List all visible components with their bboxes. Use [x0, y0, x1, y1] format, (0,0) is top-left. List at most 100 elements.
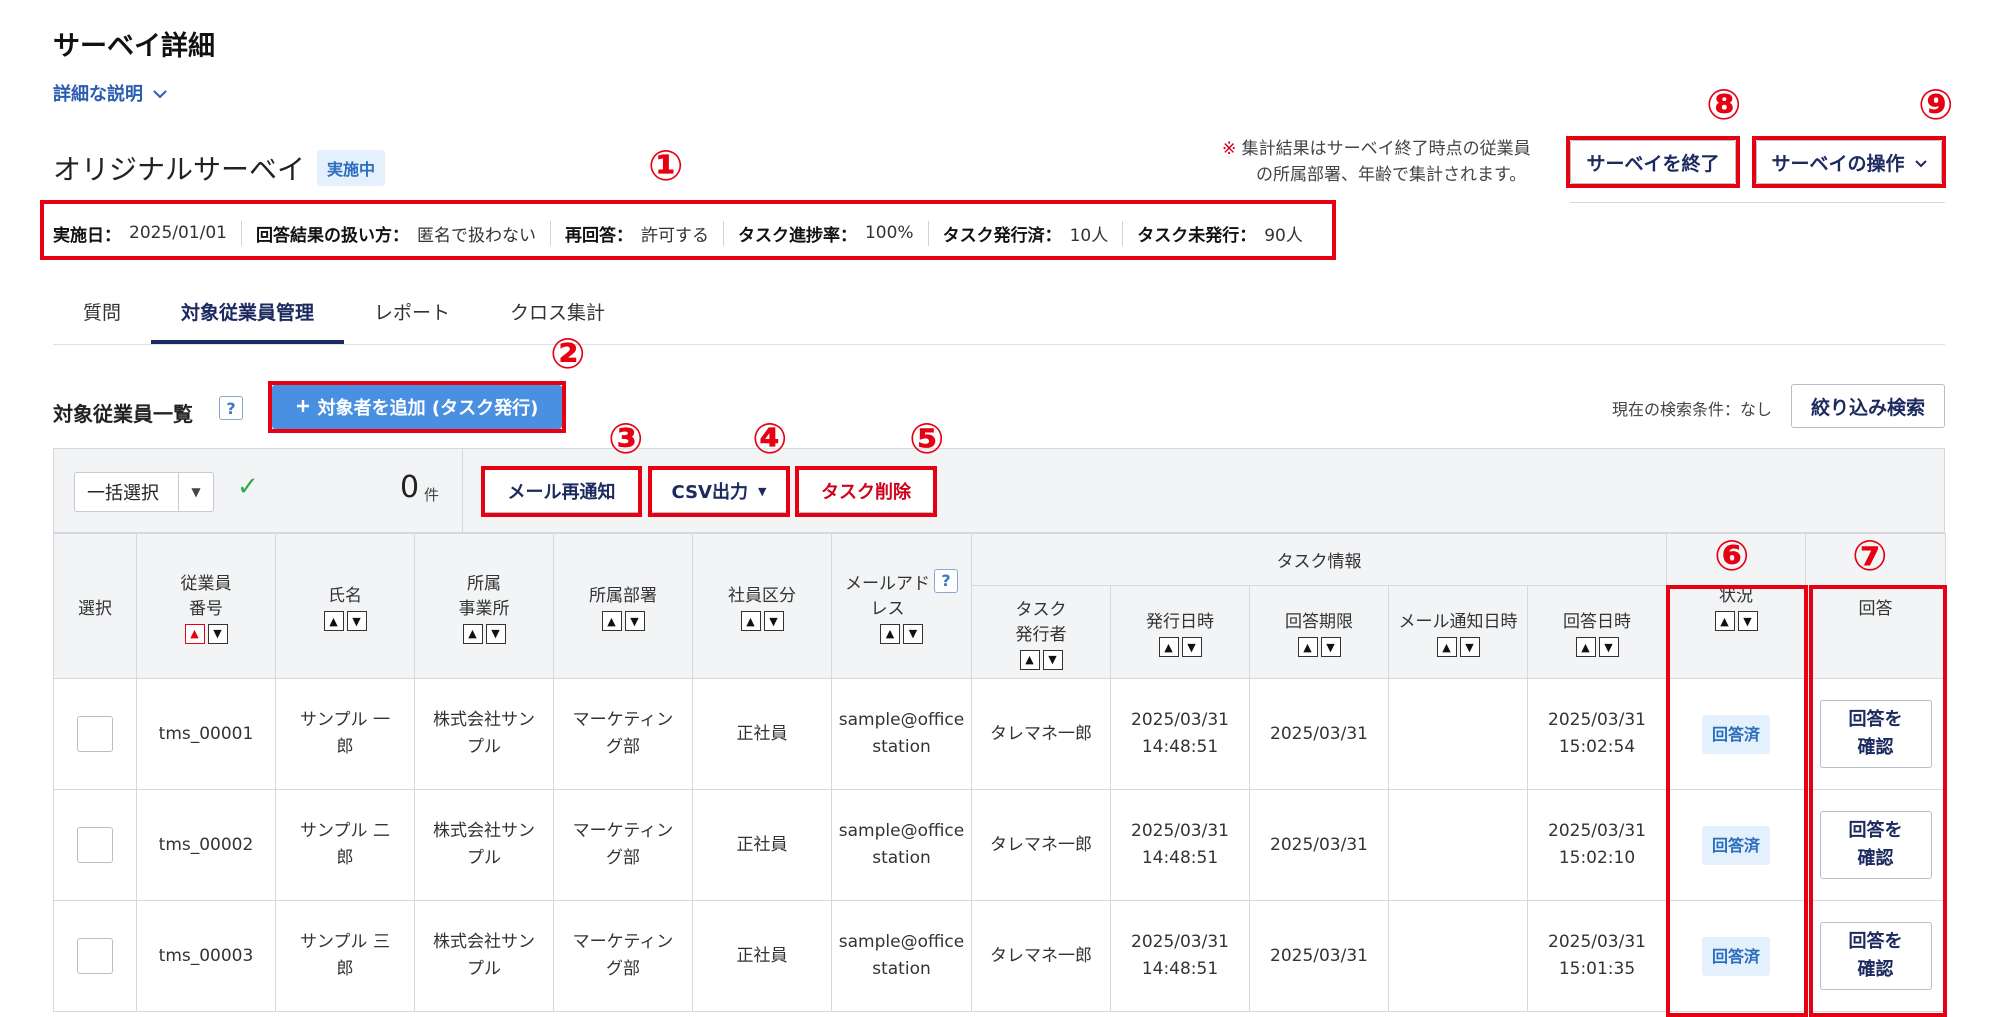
cell-name-line2: 郎 [336, 737, 354, 757]
sort-desc-icon[interactable]: ▼ [624, 611, 645, 631]
tab-cross-tab[interactable]: クロス集計 [480, 288, 635, 334]
sort-desc-icon[interactable]: ▼ [1737, 611, 1758, 631]
delete-task-button[interactable]: タスク削除 [798, 469, 934, 513]
cell-mail-line1: sample@office [838, 710, 965, 730]
col-issuer: タスク 発行者 ▲ ▼ [971, 585, 1111, 679]
cell-issuer: タレマネ一郎 [971, 900, 1111, 1012]
sort-desc-icon[interactable]: ▼ [1181, 637, 1202, 657]
sort-asc-icon[interactable]: ▲ [740, 611, 761, 631]
col-issuer-line1: タスク [1015, 599, 1067, 620]
sort-asc-icon[interactable]: ▲ [601, 611, 622, 631]
section-title: 対象従業員一覧 [53, 402, 193, 426]
end-survey-button[interactable]: サーベイを終了 [1570, 140, 1736, 184]
table-row: tms_00001 サンプル 一郎株式会社サン プル マーケティン グ部 正社員 sampl… [53, 678, 1946, 790]
cell-answered-at: 2025/03/31 15:01:35 [1527, 900, 1667, 1012]
sort-desc-icon[interactable]: ▼ [346, 611, 367, 631]
cell-mail: sample@office station [831, 789, 972, 901]
cell-mail-notify [1388, 789, 1528, 901]
info-task-issued: タスク発行済： 10人 [927, 220, 1123, 246]
sort-asc-icon[interactable]: ▲ [1019, 649, 1040, 670]
tab-bar: 質問 対象従業員管理 レポート クロス集計 [53, 288, 1945, 345]
caret-down-icon[interactable]: ▼ [178, 473, 213, 511]
info-date: 実施日： 2025/01/01 [53, 223, 227, 246]
confirm-answer-line2: 確認 [1857, 848, 1894, 869]
sort-asc-icon[interactable]: ▲ [1436, 637, 1457, 657]
cell-dept-line2: グ部 [606, 848, 640, 868]
sort-desc-icon[interactable]: ▼ [1459, 637, 1480, 657]
row-checkbox[interactable] [77, 938, 113, 974]
sort-desc-icon[interactable]: ▼ [763, 611, 784, 631]
sort-asc-icon[interactable]: ▲ [880, 623, 900, 644]
annotation-1: ① [648, 141, 684, 190]
cell-deadline: 2025/03/31 [1249, 900, 1389, 1012]
employee-table: 選択 従業員 番号 ▲ ▼ 氏名 ▲ ▼ 所属 事業所 ▲ ▼ 所属部署 ▲ ▼ 社員区… [53, 533, 1946, 1012]
col-mail-line2: レス [870, 598, 905, 619]
check-icon[interactable]: ✓ [237, 472, 259, 502]
add-target-button[interactable]: 対象者を追加 (タスク発行) [272, 385, 562, 429]
sort-desc-icon[interactable]: ▼ [485, 623, 506, 644]
cell-mail: sample@office station [831, 900, 972, 1012]
selected-count: 0 [400, 470, 420, 505]
sort-desc-icon[interactable]: ▼ [207, 623, 228, 644]
sort-asc-icon[interactable]: ▲ [1158, 637, 1179, 657]
cell-select [53, 789, 137, 901]
cell-answered-at: 2025/03/31 15:02:54 [1527, 678, 1667, 790]
sort-asc-icon[interactable]: ▲ [462, 623, 483, 644]
cell-name-line1: サンプル 三 [300, 932, 390, 952]
survey-operations-button[interactable]: サーベイの操作 [1756, 140, 1942, 184]
col-issuer-line2: 発行者 [1015, 624, 1067, 645]
cell-deadline: 2025/03/31 [1249, 789, 1389, 901]
sort-desc-icon[interactable]: ▼ [1320, 637, 1341, 657]
sort-asc-icon[interactable]: ▲ [1714, 611, 1735, 631]
survey-operations-label: サーベイの操作 [1771, 152, 1905, 175]
cell-mail-line1: sample@office [838, 932, 965, 952]
tab-questions[interactable]: 質問 [53, 288, 151, 334]
sort-asc-icon[interactable]: ▲ [184, 623, 205, 644]
tab-report[interactable]: レポート [344, 288, 480, 334]
col-office: 所属 事業所 ▲ ▼ [414, 533, 554, 679]
col-answered-at: 回答日時 ▲ ▼ [1527, 585, 1667, 679]
annotation-2: ② [550, 329, 586, 378]
confirm-answer-line2: 確認 [1857, 737, 1894, 758]
col-mail-notify: メール通知日時 ▲ ▼ [1388, 585, 1528, 679]
sort-asc-icon[interactable]: ▲ [1575, 637, 1596, 657]
sort-desc-icon[interactable]: ▼ [903, 623, 923, 644]
cell-mail-line2: station [872, 737, 931, 757]
sort-asc-icon[interactable]: ▲ [1297, 637, 1318, 657]
cell-type: 正社員 [692, 900, 832, 1012]
sort-desc-icon[interactable]: ▼ [1042, 649, 1063, 670]
row-checkbox[interactable] [77, 827, 113, 863]
info-task-progress: タスク進捗率： 100% [722, 220, 928, 246]
row-checkbox[interactable] [77, 716, 113, 752]
cell-answered-time: 15:02:54 [1558, 737, 1636, 757]
confirm-answer-button[interactable]: 回答を 確認 [1819, 811, 1932, 879]
filter-search-button[interactable]: 絞り込み検索 [1791, 384, 1945, 428]
help-icon[interactable]: ? [934, 568, 958, 593]
cell-office-line1: 株式会社サン [433, 932, 535, 952]
detail-link[interactable]: 詳細な説明 [53, 80, 167, 106]
bulk-select-dropdown[interactable]: 一括選択 ▼ [74, 472, 214, 512]
resend-mail-button[interactable]: メール再通知 [483, 469, 640, 513]
confirm-answer-button[interactable]: 回答を 確認 [1819, 700, 1932, 768]
cell-select [53, 900, 137, 1012]
col-office-line2: 事業所 [458, 598, 510, 619]
col-emp-no: 従業員 番号 ▲ ▼ [136, 533, 276, 679]
sort-desc-icon[interactable]: ▼ [1598, 637, 1619, 657]
cell-dept-line2: グ部 [606, 959, 640, 979]
confirm-answer-line1: 回答を [1848, 820, 1903, 841]
help-icon[interactable]: ? [219, 396, 243, 420]
cell-issued-date: 2025/03/31 [1131, 932, 1229, 952]
page-title: サーベイ詳細 [53, 31, 215, 62]
cell-mail: sample@office station [831, 678, 972, 790]
sort-asc-icon[interactable]: ▲ [323, 611, 344, 631]
annotation-6: ⑥ [1714, 531, 1750, 580]
cell-answered-date: 2025/03/31 [1548, 821, 1646, 841]
cell-emp-no: tms_00002 [136, 789, 276, 901]
cell-dept: マーケティン グ部 [553, 789, 693, 901]
cell-office: 株式会社サン プル [414, 900, 554, 1012]
cell-answer: 回答を 確認 [1805, 900, 1946, 1012]
tab-target-employees[interactable]: 対象従業員管理 [151, 288, 345, 344]
confirm-answer-button[interactable]: 回答を 確認 [1819, 922, 1932, 990]
csv-export-button[interactable]: CSV出力 ▼ [651, 469, 787, 513]
cell-name: サンプル 一郎 [275, 678, 415, 790]
